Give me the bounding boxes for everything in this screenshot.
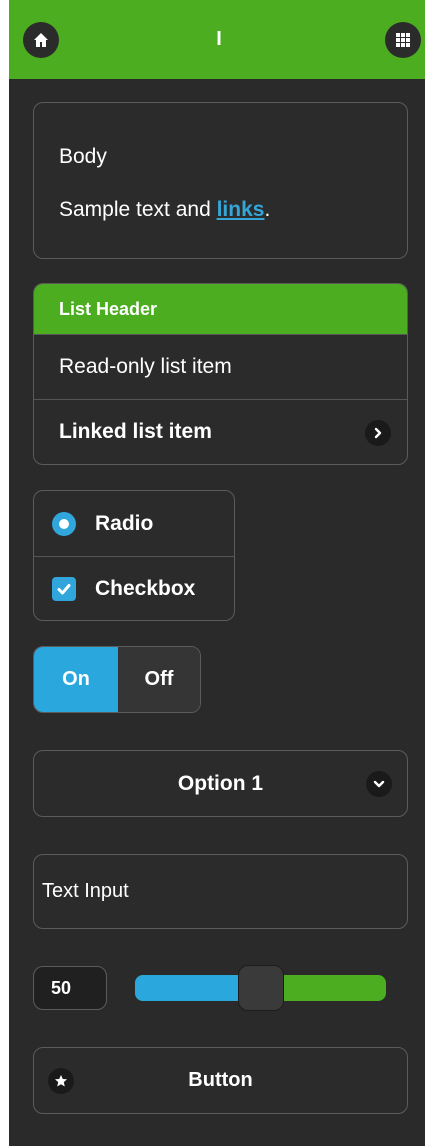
radio-selected-icon	[52, 511, 76, 536]
checkbox-option[interactable]: Checkbox	[34, 556, 234, 620]
list-item-label: Read-only list item	[59, 355, 232, 378]
body-text: Sample text and links.	[59, 198, 270, 222]
list-view: List Header Read-only list item Linked l…	[33, 283, 408, 465]
flip-switch[interactable]: On Off	[33, 646, 201, 713]
app-shell: I Body Sample text and links. List Heade…	[9, 0, 425, 1146]
radio-option[interactable]: Radio	[34, 491, 234, 556]
chevron-down-icon	[366, 771, 392, 797]
header-bar: I	[9, 0, 425, 79]
select-menu[interactable]: Option 1	[33, 750, 408, 817]
switch-off-option[interactable]: Off	[118, 647, 200, 712]
select-value: Option 1	[177, 771, 264, 795]
list-header: List Header	[34, 284, 407, 334]
checkbox-label: Checkbox	[95, 577, 196, 600]
slider-handle[interactable]	[237, 965, 284, 1011]
button-label: Button	[188, 1069, 253, 1091]
checkbox-checked-icon	[52, 577, 76, 601]
chevron-right-icon	[365, 420, 391, 446]
radio-label: Radio	[95, 511, 154, 535]
body-title: Body	[59, 145, 107, 168]
page-title: I	[216, 28, 222, 50]
body-card: Body Sample text and links.	[33, 102, 408, 259]
grid-icon	[396, 33, 410, 47]
star-icon	[48, 1068, 74, 1094]
slider-value-input[interactable]: 50	[33, 966, 107, 1010]
choice-group: Radio Checkbox	[33, 490, 235, 621]
home-icon	[34, 33, 48, 47]
star-button[interactable]: Button	[33, 1047, 408, 1114]
grid-menu-button[interactable]	[385, 22, 421, 58]
body-link[interactable]: links	[217, 198, 265, 221]
body-text-suffix: .	[264, 198, 271, 221]
list-item-linked[interactable]: Linked list item	[34, 399, 407, 464]
text-input[interactable]	[33, 854, 408, 929]
body-text-prefix: Sample text and	[59, 198, 217, 221]
list-item-readonly: Read-only list item	[34, 334, 407, 399]
list-item-label: Linked list item	[59, 420, 212, 443]
switch-on-option[interactable]: On	[34, 647, 118, 712]
home-button[interactable]	[23, 22, 59, 58]
